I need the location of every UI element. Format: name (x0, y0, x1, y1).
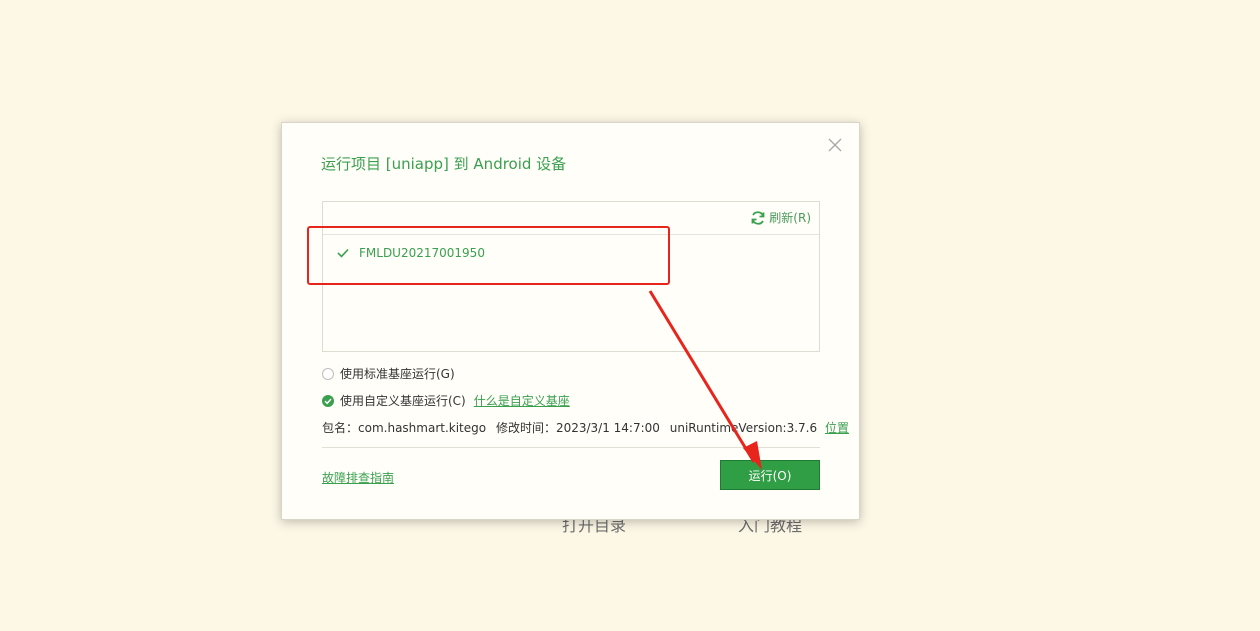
runtime-label: uniRuntimeVersion: (669, 421, 787, 435)
run-device-dialog: 运行项目 [uniapp] 到 Android 设备 刷新(R) FMLDU20… (281, 122, 860, 520)
dialog-title: 运行项目 [uniapp] 到 Android 设备 (321, 155, 567, 173)
device-list-panel: 刷新(R) FMLDU20217001950 (322, 201, 820, 352)
package-value: com.hashmart.kitego (358, 421, 487, 435)
troubleshooting-guide-link[interactable]: 故障排查指南 (322, 469, 394, 486)
custom-base-radio[interactable] (322, 394, 334, 407)
what-is-custom-base-link[interactable]: 什么是自定义基座 (474, 392, 570, 409)
run-button[interactable]: 运行(O) (720, 460, 820, 490)
standard-base-label: 使用标准基座运行(G) (340, 367, 455, 381)
standard-base-radio[interactable] (322, 367, 334, 380)
close-icon[interactable] (827, 137, 843, 153)
divider (322, 447, 820, 448)
package-info: 包名：com.hashmart.kitego 修改时间：2023/3/1 14:… (322, 419, 849, 436)
custom-base-option[interactable]: 使用自定义基座运行(C) 什么是自定义基座 (322, 392, 570, 409)
refresh-icon (751, 210, 765, 225)
check-icon (324, 398, 332, 404)
check-icon (337, 248, 349, 258)
modified-label: 修改时间： (495, 421, 556, 435)
refresh-button[interactable]: 刷新(R) (750, 209, 811, 226)
device-list-item[interactable]: FMLDU20217001950 (337, 246, 485, 260)
package-label: 包名： (322, 421, 359, 435)
modified-value: 2023/3/1 14:7:00 (555, 421, 660, 435)
location-link[interactable]: 位置 (825, 421, 849, 435)
device-name: FMLDU20217001950 (359, 246, 485, 260)
refresh-label: 刷新(R) (769, 211, 811, 225)
standard-base-option[interactable]: 使用标准基座运行(G) (322, 365, 455, 382)
runtime-value: 3.7.6 (786, 421, 818, 435)
custom-base-label: 使用自定义基座运行(C) (340, 394, 466, 408)
device-list-header: 刷新(R) (323, 202, 819, 235)
